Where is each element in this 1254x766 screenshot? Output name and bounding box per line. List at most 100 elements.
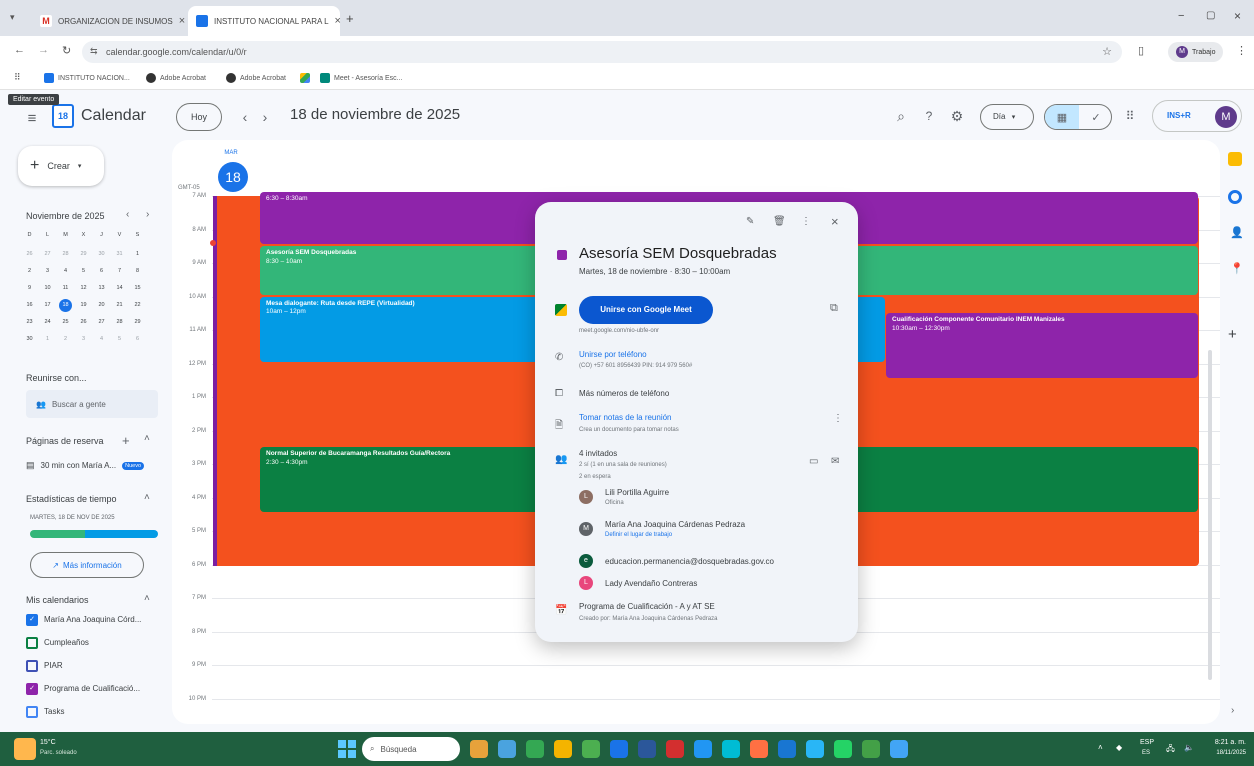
more-options-icon[interactable]: ⋮ <box>801 216 811 227</box>
mini-day[interactable]: 5 <box>76 265 91 278</box>
mini-day[interactable]: 29 <box>76 248 91 261</box>
mini-day[interactable]: 24 <box>40 316 55 329</box>
network-icon[interactable]: 🖧 <box>1166 743 1175 757</box>
volume-icon[interactable]: 🔈 <box>1184 743 1194 752</box>
main-menu-icon[interactable]: ≡ <box>22 108 42 128</box>
chrome-app-icon[interactable] <box>862 740 880 758</box>
next-day-icon[interactable]: › <box>258 107 272 127</box>
app-icon[interactable] <box>722 740 740 758</box>
guest-name[interactable]: Lady Avendaño Contreras <box>605 579 697 588</box>
copy-icon[interactable]: ⧉ <box>830 302 838 315</box>
delete-trash-icon[interactable]: 🗑 <box>773 216 786 227</box>
bookmark-drive[interactable] <box>300 73 310 83</box>
outlook-icon[interactable] <box>778 740 796 758</box>
app-icon[interactable] <box>890 740 908 758</box>
contacts-icon[interactable]: 👤 <box>1230 226 1244 239</box>
taskbar-search-input[interactable]: ⌕ Búsqueda <box>362 737 460 761</box>
mini-day[interactable]: 4 <box>94 333 109 346</box>
browser-menu-icon[interactable]: ⋮ <box>1236 44 1247 57</box>
mini-day[interactable]: 22 <box>130 299 145 312</box>
close-window-icon[interactable]: × <box>1234 9 1241 23</box>
calendar-checkbox[interactable] <box>26 706 38 718</box>
mini-day[interactable]: 30 <box>94 248 109 261</box>
expand-panel-icon[interactable]: › <box>1231 705 1234 716</box>
close-icon[interactable]: × <box>179 15 185 27</box>
store-icon[interactable] <box>806 740 824 758</box>
search-icon[interactable]: ⌕ <box>892 107 910 125</box>
booking-item[interactable]: ▤ 30 min con María A... Nuevo <box>26 460 145 471</box>
mini-prev-icon[interactable]: ‹ <box>126 209 129 220</box>
calendar-view-icon[interactable]: ▦ <box>1045 105 1079 129</box>
mini-day[interactable]: 14 <box>112 282 127 295</box>
windows-start-icon[interactable] <box>338 740 356 758</box>
site-info-icon[interactable]: ⇆ <box>90 46 98 57</box>
more-numbers-link[interactable]: Más números de teléfono <box>579 389 669 398</box>
mini-day[interactable]: 23 <box>22 316 37 329</box>
mini-day[interactable]: 1 <box>130 248 145 261</box>
calendar-list-item[interactable]: Tasks <box>26 706 64 718</box>
explorer-icon[interactable] <box>470 740 488 758</box>
collapse-icon[interactable]: ˄ <box>144 433 150 444</box>
sidepanel-icon[interactable]: ▯ <box>1138 44 1144 57</box>
prev-day-icon[interactable]: ‹ <box>238 107 252 127</box>
collapse-icon[interactable]: ˄ <box>144 492 150 503</box>
join-meet-button[interactable]: Unirse con Google Meet <box>579 296 713 324</box>
account-chip[interactable]: INS+R M <box>1152 100 1242 132</box>
bookmark-instituto[interactable]: INSTITUTO NACION... <box>44 73 130 83</box>
mini-day[interactable]: 6 <box>130 333 145 346</box>
mini-day[interactable]: 27 <box>40 248 55 261</box>
join-by-phone-link[interactable]: Unirse por teléfono <box>579 350 647 359</box>
mini-day[interactable]: 9 <box>22 282 37 295</box>
mini-day[interactable]: 7 <box>112 265 127 278</box>
new-tab-icon[interactable]: + <box>346 11 354 26</box>
files-icon[interactable] <box>554 740 572 758</box>
search-people-input[interactable]: 👥 Buscar a gente <box>26 390 158 418</box>
chat-icon[interactable]: ▭ <box>809 456 818 467</box>
browser-icon[interactable] <box>694 740 712 758</box>
chrome-icon[interactable] <box>526 740 544 758</box>
calendar-checkbox[interactable]: ✓ <box>26 614 38 626</box>
url-bar[interactable]: ⇆ calendar.google.com/calendar/u/0/r ☆ <box>82 41 1122 63</box>
close-icon[interactable]: × <box>335 15 341 27</box>
language-indicator[interactable]: ESP <box>1140 739 1154 746</box>
notes-more-icon[interactable]: ⋮ <box>833 413 843 424</box>
profile-button[interactable]: M Trabajo <box>1168 42 1224 62</box>
mini-day[interactable]: 17 <box>40 299 55 312</box>
word-icon[interactable] <box>610 740 628 758</box>
bookmark-acrobat-2[interactable]: Adobe Acrobat <box>226 73 286 83</box>
tasks-view-icon[interactable]: ✓ <box>1079 105 1111 129</box>
mini-day[interactable]: 1 <box>40 333 55 346</box>
mini-day[interactable]: 11 <box>58 282 73 295</box>
mini-day[interactable]: 28 <box>112 316 127 329</box>
mini-day[interactable]: 19 <box>76 299 91 312</box>
calendar-list-item[interactable]: Cumpleaños <box>26 637 89 649</box>
mini-day[interactable]: 18 <box>59 299 72 312</box>
apps-icon[interactable]: ⠿ <box>14 72 21 83</box>
help-icon[interactable]: ? <box>920 107 938 125</box>
close-popup-icon[interactable]: × <box>831 214 839 229</box>
mini-day[interactable]: 20 <box>94 299 109 312</box>
mini-day[interactable]: 26 <box>22 248 37 261</box>
mini-day[interactable]: 2 <box>22 265 37 278</box>
mini-day[interactable]: 6 <box>94 265 109 278</box>
tab-organizacion[interactable]: M ORGANIZACION DE INSUMOS × <box>32 6 186 36</box>
email-icon[interactable]: ✉ <box>831 456 839 467</box>
maps-icon[interactable]: 📍 <box>1230 262 1244 275</box>
mini-day[interactable]: 27 <box>94 316 109 329</box>
mini-day[interactable]: 29 <box>130 316 145 329</box>
tab-search-icon[interactable]: ▾ <box>10 12 15 23</box>
add-addon-icon[interactable]: + <box>1228 326 1237 343</box>
calendar-list-item[interactable]: PIAR <box>26 660 63 672</box>
edit-pencil-icon[interactable]: ✎ <box>746 216 754 227</box>
tray-chevron-icon[interactable]: ˄ <box>1098 743 1103 752</box>
tasks-icon[interactable] <box>1228 190 1242 204</box>
restore-icon[interactable]: ▢ <box>1206 10 1215 21</box>
meet-link[interactable]: meet.google.com/nio-ubfe-onr <box>579 328 659 334</box>
chrome-profile-icon[interactable] <box>750 740 768 758</box>
collapse-icon[interactable]: ˄ <box>144 593 150 604</box>
bookmark-meet[interactable]: Meet - Asesoría Esc... <box>320 73 402 83</box>
add-booking-icon[interactable]: + <box>122 433 130 448</box>
calendar-checkbox[interactable] <box>26 637 38 649</box>
grid-scrollbar[interactable] <box>1208 350 1212 680</box>
mini-day[interactable]: 12 <box>76 282 91 295</box>
